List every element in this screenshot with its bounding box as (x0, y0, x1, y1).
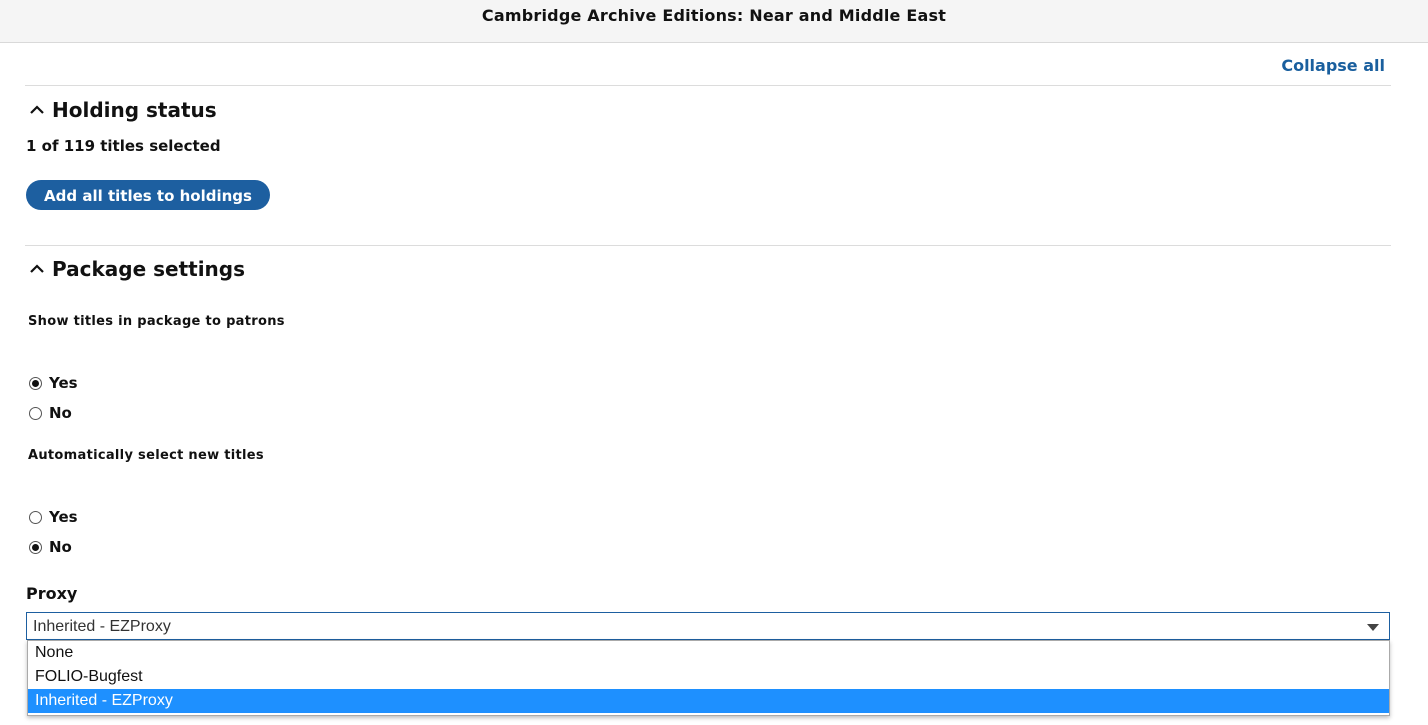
radio-label: No (49, 404, 72, 422)
proxy-selected-value: Inherited - EZProxy (33, 618, 171, 635)
show-titles-yes-radio[interactable]: Yes (29, 374, 78, 392)
package-title: Cambridge Archive Editions: Near and Mid… (481, 6, 947, 25)
chevron-up-icon (30, 105, 44, 114)
holding-status-heading: Holding status (52, 98, 217, 122)
holding-status-toggle[interactable]: Holding status (28, 98, 217, 122)
show-titles-no-radio[interactable]: No (29, 404, 72, 422)
radio-label: Yes (49, 374, 78, 392)
radio-indicator[interactable] (29, 540, 42, 554)
caret-down-icon (1367, 624, 1379, 631)
package-settings-toggle[interactable]: Package settings (28, 257, 245, 281)
proxy-option-inherited-ezproxy[interactable]: Inherited - EZProxy (28, 689, 1389, 713)
proxy-option-folio-bugfest[interactable]: FOLIO-Bugfest (28, 665, 1389, 689)
radio-label: Yes (49, 508, 78, 526)
section-divider (25, 85, 1391, 86)
page-header: Cambridge Archive Editions: Near and Mid… (0, 0, 1428, 43)
auto-select-no-radio[interactable]: No (29, 538, 72, 556)
proxy-select[interactable]: Inherited - EZProxy (26, 612, 1390, 640)
auto-select-yes-radio[interactable]: Yes (29, 508, 78, 526)
show-titles-label: Show titles in package to patrons (28, 314, 285, 329)
chevron-up-icon (30, 264, 44, 273)
proxy-option-none[interactable]: None (28, 641, 1389, 665)
auto-select-label: Automatically select new titles (28, 448, 264, 463)
section-divider (25, 245, 1391, 246)
selected-count: 1 of 119 titles selected (26, 137, 221, 155)
package-settings-heading: Package settings (52, 257, 246, 281)
proxy-dropdown-list[interactable]: None FOLIO-Bugfest Inherited - EZProxy (27, 640, 1390, 716)
radio-indicator[interactable] (29, 510, 42, 524)
collapse-all-button[interactable]: Collapse all (1281, 56, 1385, 75)
add-all-titles-button[interactable]: Add all titles to holdings (26, 180, 270, 210)
radio-indicator[interactable] (29, 406, 42, 420)
radio-indicator[interactable] (29, 376, 42, 390)
radio-label: No (49, 538, 72, 556)
proxy-label: Proxy (26, 584, 78, 603)
